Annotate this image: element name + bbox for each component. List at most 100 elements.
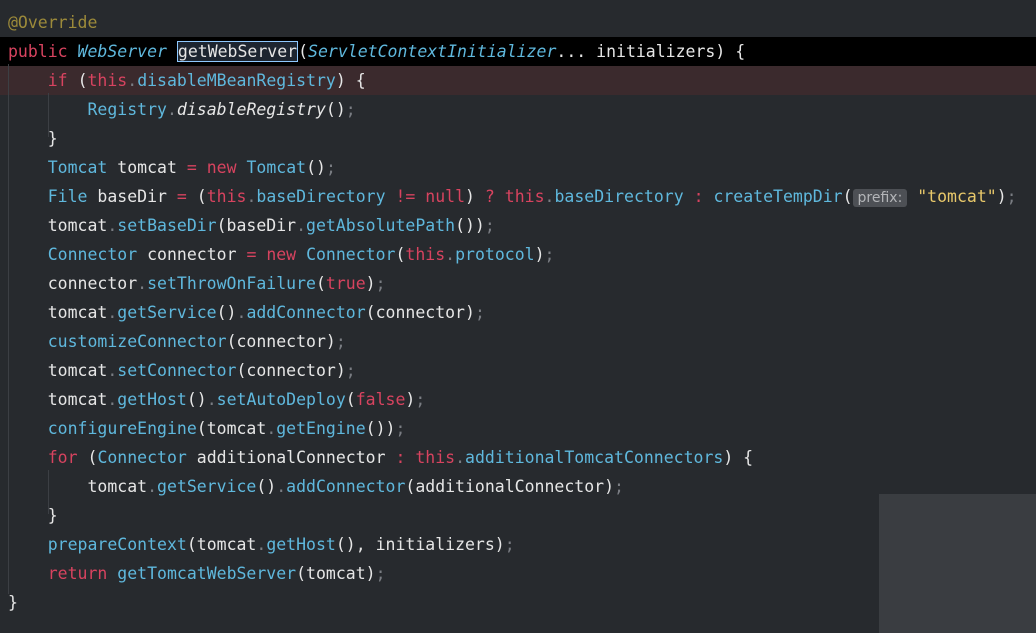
code-token: ( <box>298 42 309 61</box>
indent-guide <box>48 470 49 514</box>
code-token: . <box>266 419 277 438</box>
code-token: () <box>325 100 346 119</box>
code-token: ; <box>544 245 555 264</box>
code-line-14[interactable]: tomcat.getHost().setAutoDeploy(false); <box>0 385 1036 414</box>
code-token: . <box>166 100 177 119</box>
code-token: != <box>395 187 426 206</box>
code-token: . <box>445 245 456 264</box>
code-token: : <box>693 187 714 206</box>
code-token: disableRegistry <box>176 100 326 119</box>
code-token: ServletContextInitializer <box>308 42 557 61</box>
indent-guide <box>48 93 49 137</box>
code-token: disableMBeanRegistry <box>137 71 336 90</box>
code-token: (baseDir <box>216 216 297 235</box>
code-token: ; <box>1006 187 1017 206</box>
code-token: this <box>504 187 545 206</box>
code-token: this <box>206 187 247 206</box>
code-token: ; <box>375 564 386 583</box>
code-token: Tomcat <box>246 158 307 177</box>
code-token: tomcat <box>8 390 108 409</box>
code-line-11[interactable]: tomcat.getService().addConnector(connect… <box>0 298 1036 327</box>
code-line-1[interactable]: @Override <box>0 8 1036 37</box>
code-token: ) <box>465 187 485 206</box>
code-token: ; <box>395 419 406 438</box>
code-token: ()) <box>365 419 396 438</box>
code-token: ( <box>315 274 326 293</box>
code-editor[interactable]: @Override public WebServer getWebServer(S… <box>0 0 1036 633</box>
code-token: for <box>47 448 88 467</box>
code-token: tomcat <box>8 216 108 235</box>
code-token: (connector) <box>236 361 346 380</box>
code-line-2[interactable]: public WebServer getWebServer(ServletCon… <box>0 37 1036 66</box>
code-token: . <box>256 535 267 554</box>
code-token: ; <box>415 390 426 409</box>
code-token: getEngine <box>276 419 366 438</box>
code-token: getService <box>117 303 217 322</box>
code-line-3[interactable]: if (this.disableMBeanRegistry) { <box>0 66 1036 95</box>
code-token: if <box>47 71 78 90</box>
code-line-7[interactable]: File baseDir = (this.baseDirectory != nu… <box>0 182 1036 211</box>
code-token: tomcat <box>117 158 187 177</box>
code-token: (tomcat) <box>296 564 376 583</box>
code-token: "tomcat" <box>907 187 997 206</box>
code-token: setConnector <box>117 361 237 380</box>
code-line-16[interactable]: for (Connector additionalConnector : thi… <box>0 443 1036 472</box>
code-token: getHost <box>266 535 336 554</box>
code-token: . <box>107 390 118 409</box>
code-token: getService <box>157 477 257 496</box>
overlay-panel <box>879 494 1036 633</box>
code-token: getTomcatWebServer <box>117 564 297 583</box>
code-line-12[interactable]: customizeConnector(connector); <box>0 327 1036 356</box>
code-line-5[interactable]: } <box>0 124 1036 153</box>
code-token: File <box>47 187 98 206</box>
code-line-13[interactable]: tomcat.setConnector(connector); <box>0 356 1036 385</box>
code-token: setThrowOnFailure <box>147 274 316 293</box>
code-line-10[interactable]: connector.setThrowOnFailure(true); <box>0 269 1036 298</box>
code-token: new <box>206 158 247 177</box>
code-token: (connector) <box>226 332 336 351</box>
code-line-8[interactable]: tomcat.setBaseDir(baseDir.getAbsolutePat… <box>0 211 1036 240</box>
code-token: connector <box>147 245 247 264</box>
code-line-9[interactable]: Connector connector = new Connector(this… <box>0 240 1036 269</box>
code-token: () <box>306 158 326 177</box>
code-token: ; <box>504 535 515 554</box>
code-token: ... initializers) { <box>556 42 746 61</box>
code-token: ( <box>345 390 356 409</box>
code-token: this <box>405 245 446 264</box>
code-token: = <box>186 158 207 177</box>
code-token: ? <box>484 187 505 206</box>
code-token: return <box>47 564 118 583</box>
code-token: . <box>246 187 257 206</box>
code-token: ()) <box>455 216 485 235</box>
code-token: . <box>236 303 247 322</box>
code-token: . <box>127 71 138 90</box>
code-token: this <box>415 448 456 467</box>
code-token: ; <box>614 477 624 496</box>
code-token: connector <box>8 274 138 293</box>
code-token: ) <box>996 187 1007 206</box>
code-line-6[interactable]: Tomcat tomcat = new Tomcat(); <box>0 153 1036 182</box>
code-token: setAutoDeploy <box>216 390 346 409</box>
code-token: . <box>544 187 555 206</box>
code-token: additionalTomcatConnectors <box>465 448 724 467</box>
code-token: ; <box>325 158 336 177</box>
code-token: (tomcat <box>186 535 257 554</box>
code-token: tomcat <box>8 303 108 322</box>
code-token: } <box>8 129 58 148</box>
code-token: baseDirectory <box>256 187 396 206</box>
code-token: . <box>296 216 307 235</box>
code-token: setBaseDir <box>117 216 217 235</box>
code-token: ; <box>375 274 386 293</box>
code-line-4[interactable]: Registry.disableRegistry(); <box>0 95 1036 124</box>
code-token: true <box>325 274 366 293</box>
code-token: ) { <box>335 71 366 90</box>
code-token: new <box>266 245 307 264</box>
code-token: : <box>395 448 416 467</box>
code-token: configureEngine <box>47 419 197 438</box>
code-token: null <box>425 187 466 206</box>
code-line-15[interactable]: configureEngine(tomcat.getEngine()); <box>0 414 1036 443</box>
